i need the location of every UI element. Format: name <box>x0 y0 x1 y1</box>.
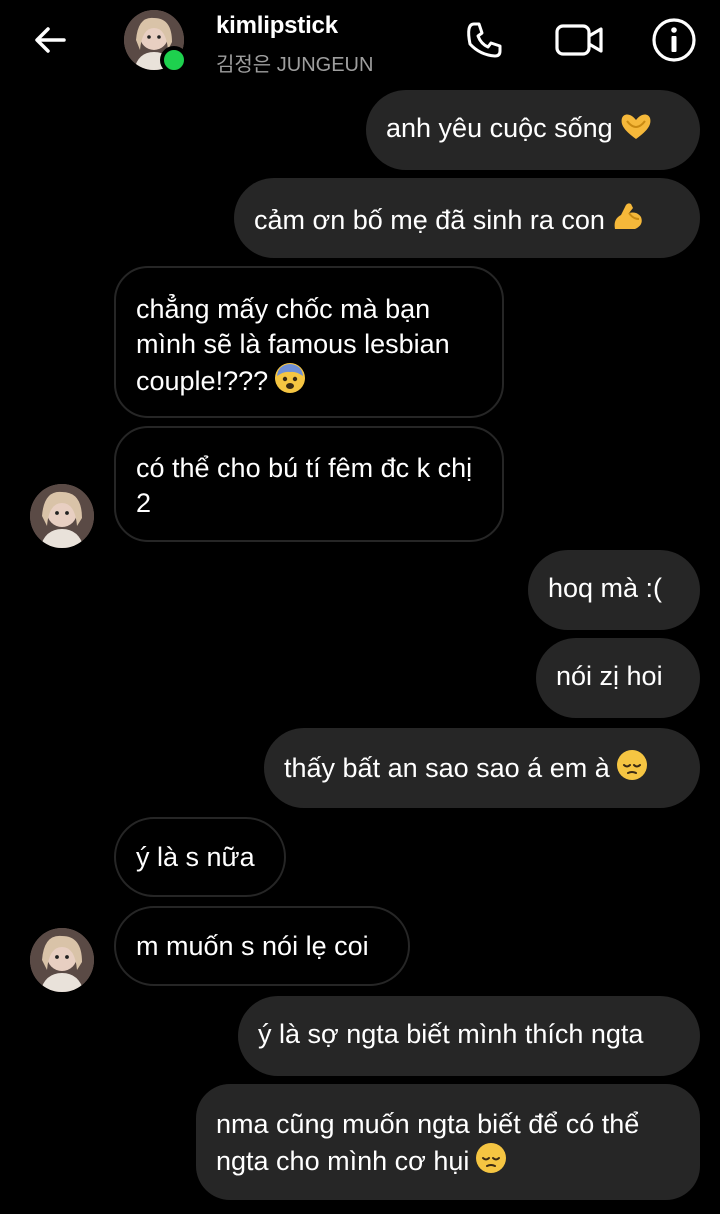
message-text: có thể cho bú tí fêm đc k chị 2 <box>136 453 473 518</box>
message-text: ý là sợ ngta biết mình thích ngta <box>258 1019 644 1049</box>
info-icon <box>652 18 696 62</box>
message-bubble-outgoing[interactable]: cảm ơn bố mẹ đã sinh ra con <box>234 178 700 258</box>
message-text: cảm ơn bố mẹ đã sinh ra con <box>254 205 605 235</box>
arrow-left-icon <box>35 27 66 53</box>
message-text: hoq mà :( <box>548 573 663 603</box>
message-text: thấy bất an sao sao á em à <box>284 753 610 783</box>
message-text: ý là s nữa <box>136 842 255 872</box>
message-bubble-outgoing[interactable]: nói zị hoi <box>536 638 700 718</box>
audio-call-button[interactable] <box>460 16 508 64</box>
profile-avatar[interactable] <box>124 10 188 74</box>
contact-display-name: 김정은 JUNGEUN <box>216 54 374 76</box>
flexed-biceps-icon <box>611 199 645 242</box>
sender-avatar[interactable] <box>30 928 94 992</box>
message-text: m muốn s nói lẹ coi <box>136 931 369 961</box>
heart-hands-icon <box>619 111 653 150</box>
pensive-face-icon <box>616 749 648 790</box>
sender-avatar[interactable] <box>30 484 94 548</box>
message-bubble-incoming[interactable]: có thể cho bú tí fêm đc k chị 2 <box>114 426 504 542</box>
conversation-info-button[interactable] <box>650 16 698 64</box>
contact-username[interactable]: kimlipstick <box>216 12 338 40</box>
back-button[interactable] <box>30 20 70 60</box>
fearful-face-icon <box>274 362 306 403</box>
message-bubble-outgoing[interactable]: thấy bất an sao sao á em à <box>264 728 700 808</box>
online-status-dot <box>160 46 188 74</box>
message-text: nma cũng muốn ngta biết để có thể ngta c… <box>216 1109 640 1176</box>
video-camera-icon <box>555 24 603 56</box>
message-bubble-outgoing[interactable]: hoq mà :( <box>528 550 700 630</box>
phone-icon <box>467 22 502 58</box>
pensive-face-icon <box>475 1142 507 1183</box>
message-text: nói zị hoi <box>556 661 663 691</box>
message-bubble-incoming[interactable]: ý là s nữa <box>114 817 286 897</box>
message-bubble-outgoing[interactable]: anh yêu cuộc sống <box>366 90 700 170</box>
message-bubble-outgoing[interactable]: nma cũng muốn ngta biết để có thể ngta c… <box>196 1084 700 1200</box>
message-bubble-incoming[interactable]: chẳng mấy chốc mà bạn mình sẽ là famous … <box>114 266 504 418</box>
video-call-button[interactable] <box>554 16 603 64</box>
message-bubble-incoming[interactable]: m muốn s nói lẹ coi <box>114 906 410 986</box>
chat-header: kimlipstick 김정은 JUNGEUN <box>0 0 720 84</box>
message-bubble-outgoing[interactable]: ý là sợ ngta biết mình thích ngta <box>238 996 700 1076</box>
message-text: anh yêu cuộc sống <box>386 113 613 143</box>
